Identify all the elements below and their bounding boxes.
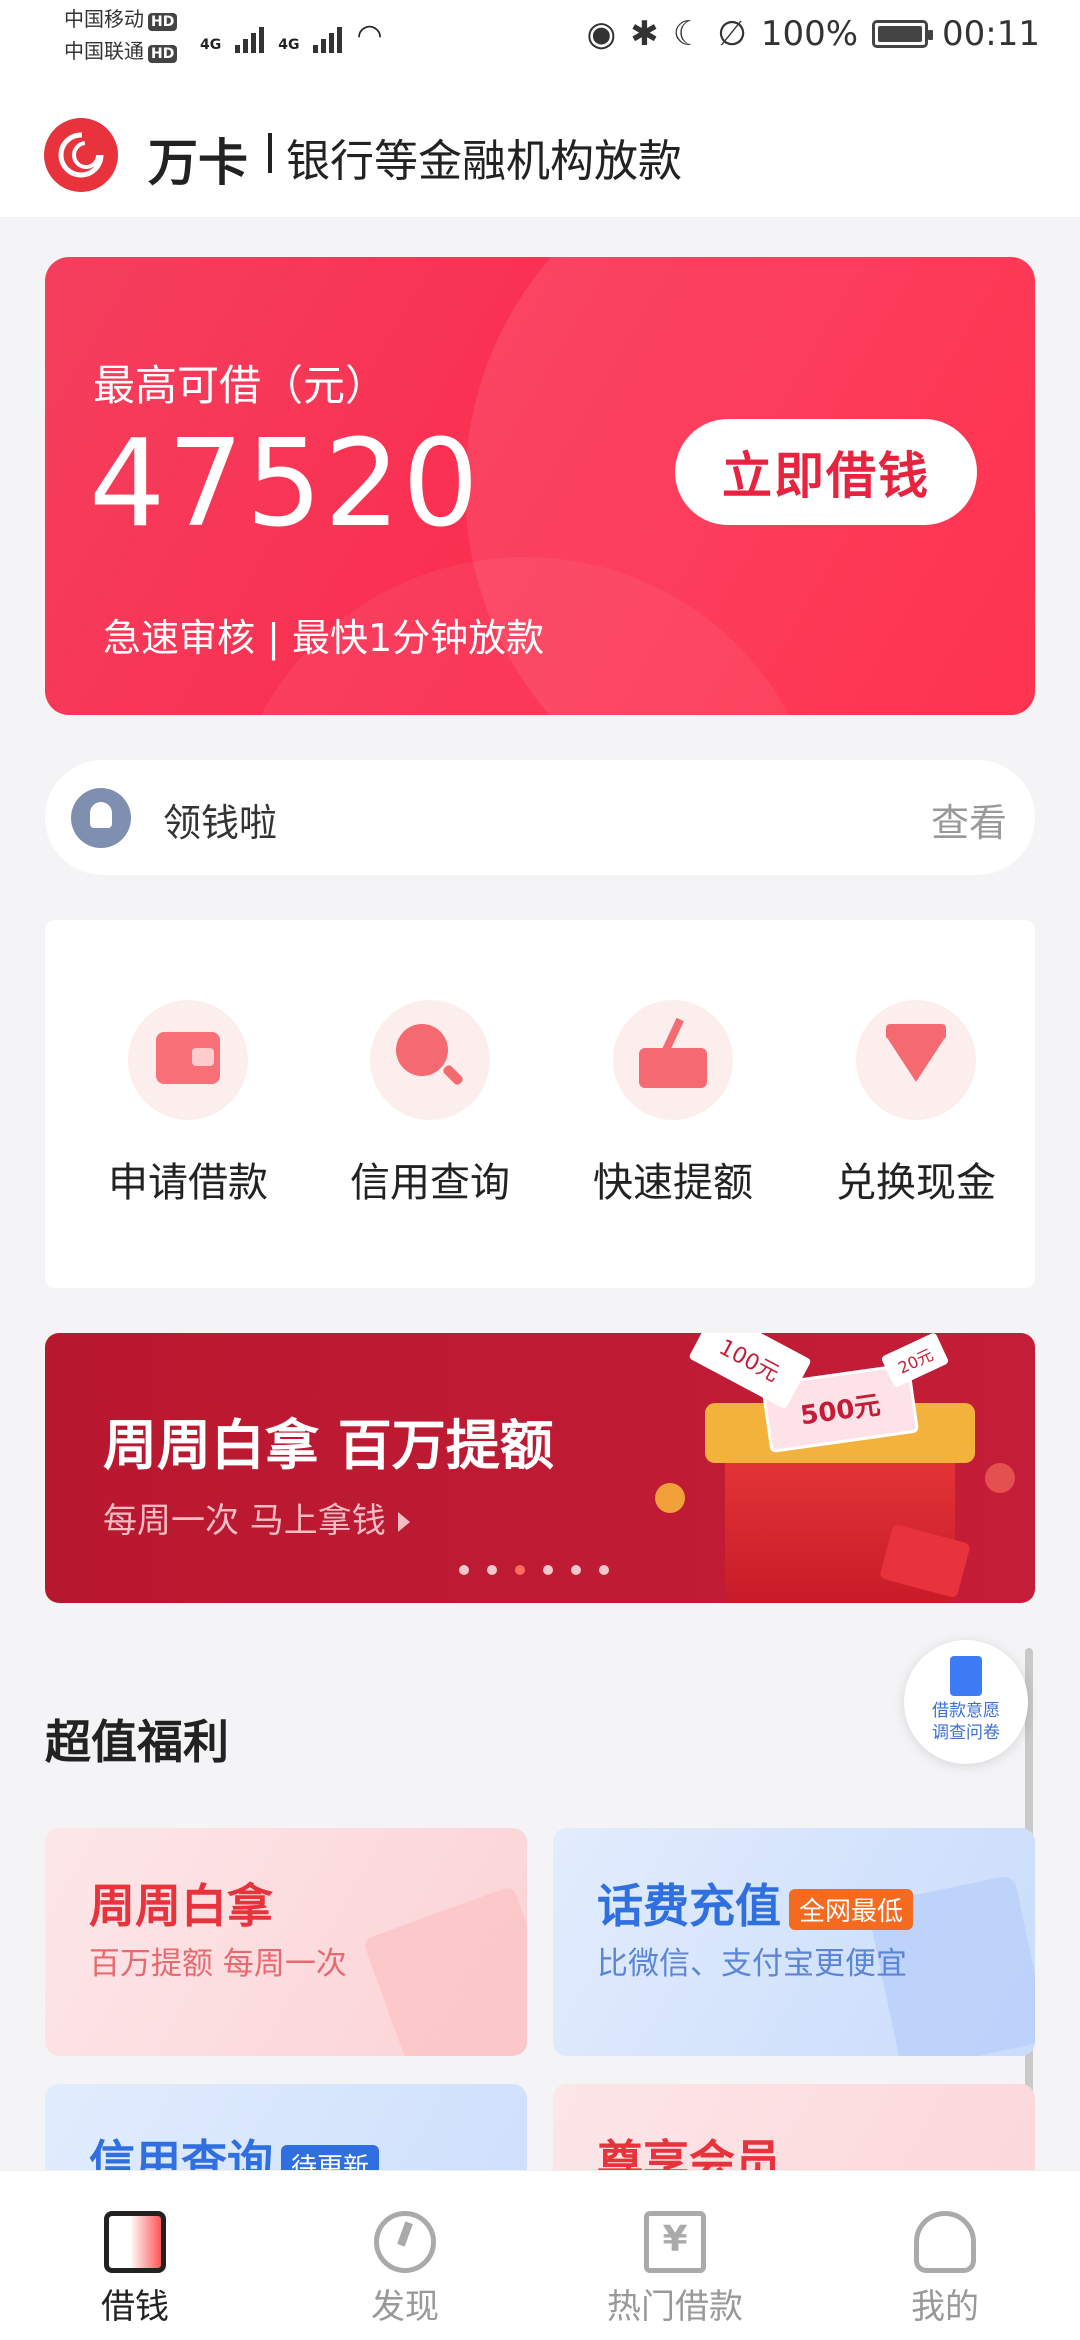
quick-action-apply-loan[interactable]: 申请借款	[88, 1000, 288, 1208]
compass-icon	[374, 2211, 436, 2273]
nav-label: 借钱	[101, 2287, 169, 2327]
magnifier-icon	[370, 1000, 490, 1120]
quick-actions-grid: 申请借款 信用查询 快速提额 兑换现金	[45, 920, 1035, 1288]
loan-limit-subtitle: 急速审核 | 最快1分钟放款	[103, 616, 545, 660]
status-bar: 中国移动 HD 中国联通 HD 4G 4G ◠ ◉ ✱ ☾ ∅ 100% 00:11	[0, 0, 1080, 75]
user-icon	[914, 2211, 976, 2273]
carrier-2: 中国联通 HD	[64, 38, 178, 64]
pagination-dot[interactable]	[571, 1565, 581, 1575]
quick-action-label: 快速提额	[593, 1160, 753, 1206]
diamond-icon	[856, 1000, 976, 1120]
hd-badge: HD	[148, 45, 178, 63]
benefit-card-title: 话费充值	[597, 1879, 781, 1933]
survey-float-button[interactable]: 借款意愿 调查问卷	[904, 1640, 1028, 1764]
header-slogan: 银行等金融机构放款	[286, 136, 682, 187]
nav-item-borrow[interactable]: 借钱	[35, 2211, 235, 2328]
bottom-nav: 借钱 发现 ¥ 热门借款 我的	[0, 2170, 1080, 2340]
nav-label: 我的	[911, 2287, 979, 2327]
network-type-1: 4G	[200, 37, 222, 53]
coin-icon	[985, 1463, 1015, 1493]
notice-bar[interactable]: 领钱啦 查看	[45, 760, 1035, 875]
upload-tray-icon	[613, 1000, 733, 1120]
promo-banner[interactable]: 周周白拿 百万提额 每周一次 马上拿钱 500元 100元 20元	[45, 1333, 1035, 1603]
nav-item-hot-loans[interactable]: ¥ 热门借款	[575, 2211, 775, 2328]
quick-action-credit-query[interactable]: 信用查询	[330, 1000, 530, 1208]
benefit-card-phone-recharge[interactable]: 话费充值 全网最低 比微信、支付宝更便宜	[553, 1828, 1035, 2056]
pagination-dot[interactable]	[543, 1565, 553, 1575]
banknote-20: 20元	[880, 1333, 950, 1389]
nav-item-discover[interactable]: 发现	[305, 2211, 505, 2328]
signal-1-icon	[235, 23, 265, 53]
banner-title: 周周白拿 百万提额	[103, 1414, 554, 1477]
battery-percent: 100%	[760, 14, 859, 54]
pagination-dot[interactable]	[487, 1565, 497, 1575]
signal-group: 4G 4G ◠	[200, 18, 383, 53]
loan-limit-amount: 47520	[89, 415, 481, 554]
carrier-1-name: 中国移动	[64, 7, 144, 31]
bell-icon	[71, 788, 131, 848]
gift-icon	[362, 1885, 527, 2056]
benefit-card-weekly-free[interactable]: 周周白拿 百万提额 每周一次	[45, 1828, 527, 2056]
coin-icon	[655, 1483, 685, 1513]
wallet-icon	[128, 1000, 248, 1120]
benefit-card-title: 周周白拿	[89, 1879, 273, 1933]
battery-icon	[872, 20, 934, 48]
survey-label-line2: 调查问卷	[932, 1723, 1000, 1743]
moon-icon: ☾	[672, 14, 704, 54]
clock: 00:11	[942, 14, 1040, 54]
loan-limit-label: 最高可借（元）	[93, 361, 388, 410]
benefit-card-subtitle: 百万提额 每周一次	[89, 1946, 347, 1982]
clipboard-icon	[950, 1656, 982, 1696]
quick-action-label: 信用查询	[350, 1160, 510, 1206]
nav-item-mine[interactable]: 我的	[845, 2211, 1045, 2328]
yen-bag-icon: ¥	[644, 2211, 706, 2273]
banner-pagination	[459, 1565, 609, 1575]
notice-text: 领钱啦	[163, 801, 278, 845]
signal-2-icon	[313, 23, 343, 53]
hd-badge: HD	[148, 13, 178, 31]
brand-name: 万卡	[148, 134, 248, 192]
nav-label: 热门借款	[607, 2287, 743, 2327]
app-header: 万卡 银行等金融机构放款	[0, 75, 1080, 217]
brand-logo-icon	[44, 118, 118, 192]
quick-action-raise-limit[interactable]: 快速提额	[573, 1000, 773, 1208]
survey-label-line1: 借款意愿	[932, 1701, 1000, 1721]
quick-action-label: 申请借款	[108, 1160, 268, 1206]
quick-action-label: 兑换现金	[836, 1160, 996, 1206]
header-divider	[268, 133, 272, 173]
survey-label: 借款意愿 调查问卷	[904, 1700, 1028, 1744]
wallet-icon	[104, 2211, 166, 2273]
mute-bell-icon: ∅	[717, 14, 747, 54]
loan-limit-card: 最高可借（元） 47520 立即借钱 急速审核 | 最快1分钟放款	[45, 257, 1035, 715]
bluetooth-icon: ✱	[630, 14, 659, 54]
banner-subtitle: 每周一次 马上拿钱	[103, 1493, 410, 1542]
quick-action-redeem-cash[interactable]: 兑换现金	[816, 1000, 1016, 1208]
eye-icon: ◉	[586, 14, 617, 54]
section-title: 超值福利	[45, 1715, 229, 1769]
network-type-2: 4G	[278, 37, 300, 53]
pagination-dot[interactable]	[599, 1565, 609, 1575]
notice-view-link[interactable]: 查看	[931, 792, 1007, 847]
borrow-now-button[interactable]: 立即借钱	[675, 419, 977, 525]
pagination-dot-active[interactable]	[515, 1565, 525, 1575]
carrier-2-name: 中国联通	[64, 39, 144, 63]
benefit-card-subtitle: 比微信、支付宝更便宜	[597, 1946, 907, 1982]
wifi-icon: ◠	[356, 18, 383, 53]
lowest-price-badge: 全网最低	[789, 1889, 914, 1930]
nav-label: 发现	[371, 2287, 439, 2327]
carrier-1: 中国移动 HD	[64, 6, 178, 32]
status-right: ◉ ✱ ☾ ∅ 100% 00:11	[587, 14, 1040, 54]
pagination-dot[interactable]	[459, 1565, 469, 1575]
